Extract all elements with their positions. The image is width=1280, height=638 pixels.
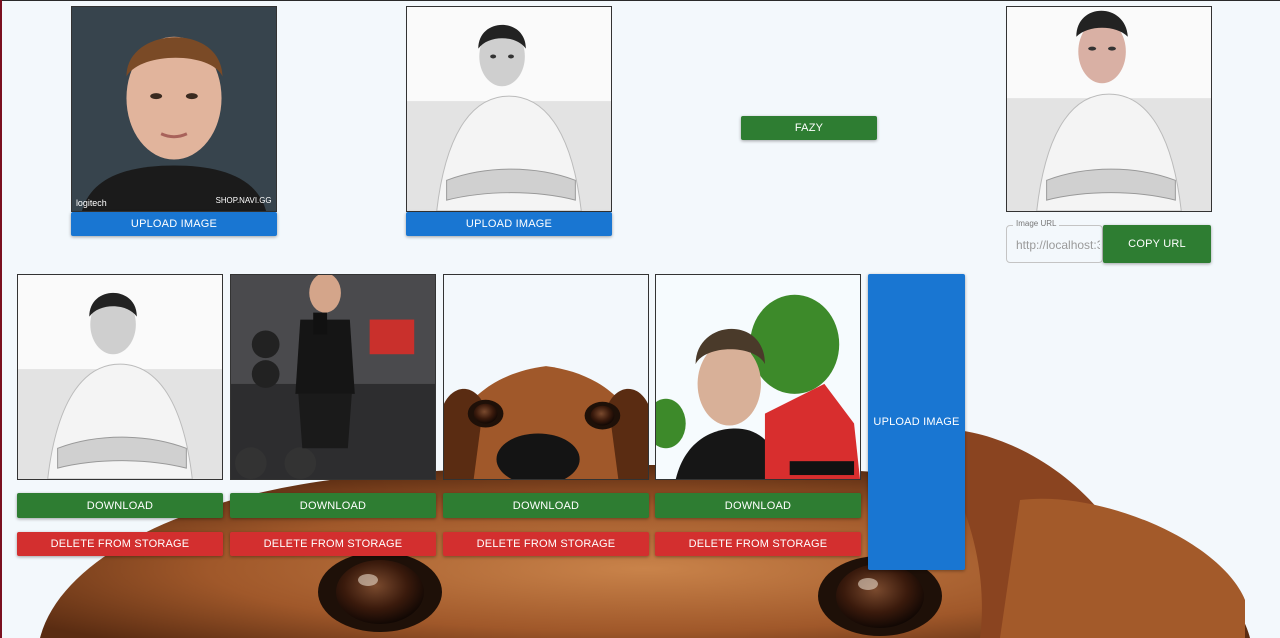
delete-from-storage-button-3[interactable]: DELETE FROM STORAGE [443, 532, 649, 556]
gallery-image-3 [443, 274, 649, 480]
gallery-outdoor-selfie [656, 275, 860, 479]
delete-from-storage-button-4[interactable]: DELETE FROM STORAGE [655, 532, 861, 556]
result-image [1006, 6, 1212, 212]
copy-url-button[interactable]: COPY URL [1103, 225, 1211, 263]
delete-from-storage-button-1[interactable]: DELETE FROM STORAGE [17, 532, 223, 556]
portrait-man-1: logitech SHOP.NAVI.GG [72, 7, 276, 211]
preview-image-1: logitech SHOP.NAVI.GG [71, 6, 277, 212]
swapped-face-portrait [1007, 7, 1211, 211]
upload-image-button-1[interactable]: UPLOAD IMAGE [71, 212, 277, 236]
gallery-dog-photo [444, 275, 648, 479]
download-button-4[interactable]: DOWNLOAD [655, 493, 861, 518]
portrait-man-bw [407, 7, 611, 211]
gallery-image-2 [230, 274, 436, 480]
gallery-gym-selfie [231, 275, 435, 479]
fazy-button[interactable]: FAZY [741, 116, 877, 140]
svg-text:SHOP.NAVI.GG: SHOP.NAVI.GG [216, 196, 272, 205]
image-url-value: http://localhost:3 [1016, 238, 1100, 252]
preview-image-2 [406, 6, 612, 212]
download-button-3[interactable]: DOWNLOAD [443, 493, 649, 518]
image-url-field[interactable]: Image URL http://localhost:3 [1006, 219, 1103, 263]
delete-from-storage-button-2[interactable]: DELETE FROM STORAGE [230, 532, 436, 556]
image-url-label: Image URL [1013, 219, 1060, 228]
download-button-2[interactable]: DOWNLOAD [230, 493, 436, 518]
svg-text:logitech: logitech [76, 198, 107, 208]
gallery-portrait-bw [18, 275, 222, 479]
gallery-image-1 [17, 274, 223, 480]
upload-image-button-2[interactable]: UPLOAD IMAGE [406, 212, 612, 236]
download-button-1[interactable]: DOWNLOAD [17, 493, 223, 518]
gallery-image-4 [655, 274, 861, 480]
upload-image-button-gallery[interactable]: UPLOAD IMAGE [868, 274, 965, 570]
